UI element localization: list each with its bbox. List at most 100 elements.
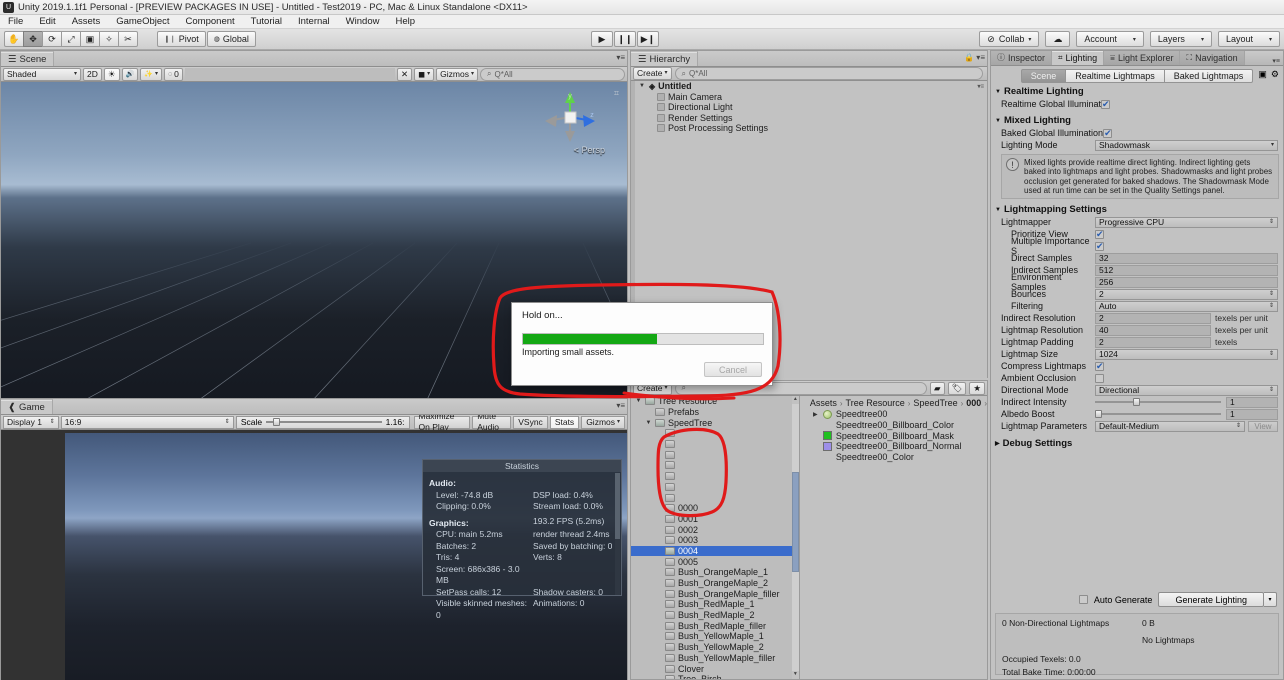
scene-perspective-label[interactable]: < Persp [574,145,605,155]
project-tree-row[interactable] [631,460,799,471]
game-panel-menu-icon[interactable]: ▾≡ [616,401,625,410]
lightmapping-settings-header[interactable]: ▼ Lightmapping Settings [991,202,1283,216]
subtab-realtime-lightmaps[interactable]: Realtime Lightmaps [1065,69,1165,83]
auto-generate-checkbox[interactable] [1078,595,1088,604]
project-tree-row[interactable] [631,492,799,503]
slider-value-input[interactable]: 1 [1226,396,1278,408]
setting-row[interactable]: Environment Samples 256 [991,272,1283,292]
project-tree-row[interactable]: ▼ Tree Resource [631,396,799,407]
layers-button[interactable]: Layers ▾ [1149,31,1212,47]
project-tree-row[interactable]: Bush_OrangeMaple_2 [631,578,799,589]
mixed-lighting-header[interactable]: ▼ Mixed Lighting [991,113,1283,127]
hierarchy-item[interactable]: Post Processing Settings [631,123,987,134]
chevron-down-icon[interactable]: ▼ [639,83,646,89]
hierarchy-item[interactable]: Render Settings [631,113,987,124]
setting-row[interactable]: Lightmap Padding 2 texels [991,336,1283,348]
breadcrumb[interactable]: Assets › Tree Resource › SpeedTree › 000 › [800,397,987,409]
draw-mode-dropdown[interactable]: Shaded ▾ [3,67,81,81]
display-dropdown[interactable]: Display 1 ⇕ [3,415,59,429]
layout-button[interactable]: Layout ▾ [1217,31,1280,47]
setting-checkbox[interactable] [1095,229,1104,240]
asset-row[interactable]: Speedtree00_Billboard_Normal [800,441,987,452]
filter-by-type-button[interactable]: ▰ [930,381,945,395]
setting-checkbox[interactable] [1095,241,1104,252]
setting-row[interactable]: Ambient Occlusion [991,372,1283,384]
tab-lighting[interactable]: ⌗ Lighting [1052,51,1105,65]
project-tree-row[interactable]: 0003 [631,535,799,546]
vsync-button[interactable]: VSync [513,415,548,429]
rect-tool[interactable]: ▣ [80,31,100,47]
statistics-scrollbar[interactable] [615,473,620,595]
scale-slider-knob[interactable] [273,418,280,426]
project-tree-row[interactable] [631,439,799,450]
cancel-button[interactable]: Cancel [704,362,762,377]
menu-item-gameobject[interactable]: GameObject [108,15,177,28]
breadcrumb-item[interactable]: SpeedTree [913,398,957,408]
baked-gi-checkbox[interactable] [1103,128,1113,139]
hierarchy-row-menu-icon[interactable]: ▾≡ [977,83,984,90]
generate-lighting-dropdown[interactable]: ▾ [1264,592,1277,607]
breadcrumb-item[interactable]: Tree Resource [846,398,905,408]
setting-row[interactable]: Bounces 2 ⇕ [991,288,1283,300]
project-tree-row[interactable]: 0005 [631,556,799,567]
setting-row[interactable]: Albedo Boost 1 [991,408,1283,420]
lightmap-preview-icon[interactable]: ▣ [1258,69,1267,80]
project-tree-row[interactable]: Bush_OrangeMaple_filler [631,588,799,599]
scene-panel-menu-icon[interactable]: ▾≡ [616,53,625,62]
tab-scene[interactable]: ☰ Scene [1,51,55,66]
tab-light-explorer[interactable]: ⩸ Light Explorer [1104,51,1181,65]
collab-button[interactable]: ⊘ Collab ▾ [979,31,1040,47]
slider-knob[interactable] [1095,410,1102,419]
setting-dropdown[interactable]: Auto ⇕ [1095,300,1278,312]
chevron-right-icon[interactable]: ▶ [812,411,819,418]
scene-audio-toggle[interactable]: 🔊 [121,67,139,81]
setting-dropdown[interactable]: 1024 ⇕ [1095,348,1278,360]
menu-item-file[interactable]: File [0,15,31,28]
setting-slider[interactable]: 1 [1095,396,1283,408]
asset-row[interactable]: Speedtree00_Color [800,452,987,463]
rotate-tool[interactable]: ⟳ [42,31,62,47]
setting-row[interactable]: Multiple Importance S [991,236,1283,256]
pivot-button[interactable]: ❙❘ Pivot [157,31,206,47]
project-asset-list[interactable]: Assets › Tree Resource › SpeedTree › 000 › ▶ Spe… [799,396,987,679]
aspect-dropdown[interactable]: 16:9 ⇕ [60,415,234,429]
setting-input[interactable]: 256 [1095,276,1278,288]
setting-input[interactable]: 512 [1095,264,1278,276]
chevron-down-icon[interactable]: ▼ [645,420,652,426]
game-viewport[interactable]: Statistics Audio: Level: -74.8 dB DSP loa… [1,430,627,680]
slider-track[interactable] [1095,398,1221,407]
baked-gi-row[interactable]: Baked Global Illumination [991,127,1283,139]
play-button[interactable]: ▶ [591,31,613,47]
setting-row[interactable]: Lightmapper Progressive CPU ⇕ [991,216,1283,228]
realtime-gi-checkbox[interactable] [1101,99,1111,110]
project-tree-row[interactable]: Bush_YellowMaple_1 [631,631,799,642]
mute-audio-button[interactable]: Mute Audio [472,411,512,432]
project-tree-row[interactable] [631,471,799,482]
cloud-button[interactable]: ☁ [1045,31,1071,47]
lighting-mode-row[interactable]: Lighting Mode Shadowmask ▾ [991,139,1283,151]
breadcrumb-item[interactable]: Assets [810,398,837,408]
setting-row[interactable]: Indirect Intensity 1 [991,396,1283,408]
menu-item-edit[interactable]: Edit [31,15,63,28]
setting-row[interactable]: Indirect Resolution 2 texels per unit [991,312,1283,324]
debug-settings-header[interactable]: ▶ Debug Settings [991,436,1283,450]
scene-gizmos-dropdown[interactable]: Gizmos ▾ [436,67,478,81]
chevron-down-icon[interactable]: ▼ [635,398,642,404]
lighting-mode-dropdown[interactable]: Shadowmask ▾ [1095,139,1278,151]
project-tree-row[interactable]: 0002 [631,524,799,535]
transform-tool[interactable]: ✧ [99,31,119,47]
scrollbar-thumb[interactable] [791,472,799,572]
project-tree-row[interactable]: Clover [631,663,799,674]
project-tree-row[interactable]: 0004 [631,545,799,557]
project-tree-row[interactable]: Bush_YellowMaple_filler [631,653,799,664]
setting-input[interactable]: 32 [1095,252,1278,264]
toggle-2d-button[interactable]: 2D [83,67,102,81]
setting-slider[interactable]: 1 [1095,408,1283,420]
project-tree-row[interactable] [631,482,799,493]
setting-row[interactable]: Direct Samples 32 [991,252,1283,264]
hierarchy-panel-menu-icon[interactable]: 🔒 ▾≡ [964,53,985,62]
inspector-panel-menu-icon[interactable]: ▾≡ [1272,57,1283,65]
slider-value-input[interactable]: 1 [1226,408,1278,420]
setting-row[interactable]: Lightmap Size 1024 ⇕ [991,348,1283,360]
realtime-gi-row[interactable]: Realtime Global Illuminat [991,98,1283,110]
